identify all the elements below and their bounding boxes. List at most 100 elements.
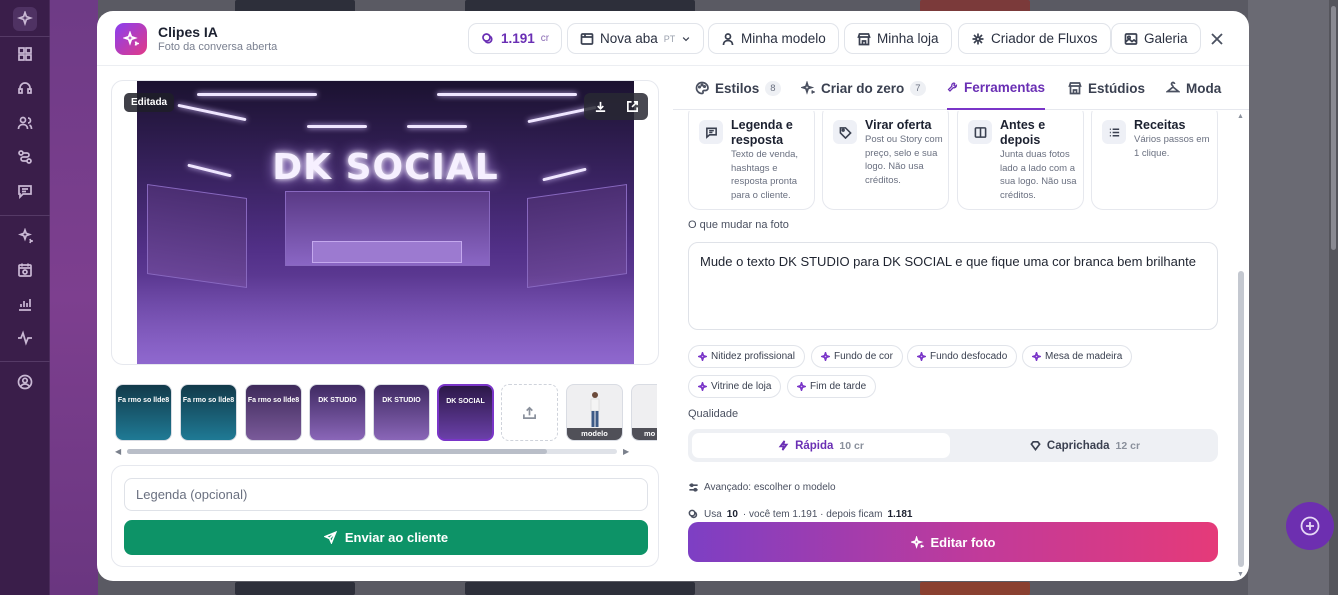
usage-cost: 10 bbox=[726, 509, 738, 520]
tab-styles[interactable]: Estilos 8 bbox=[695, 66, 781, 110]
model-thumbnail[interactable]: modelo bbox=[566, 384, 623, 441]
tab-fashion[interactable]: Moda bbox=[1166, 66, 1221, 110]
app-side-rail bbox=[0, 0, 50, 595]
thumbnail-scrollbar[interactable]: ◀ ▶ bbox=[115, 447, 657, 456]
flow-icon bbox=[972, 33, 984, 44]
sparkle-icon[interactable] bbox=[13, 7, 37, 31]
my-store-button[interactable]: Minha loja bbox=[844, 23, 952, 54]
message-icon bbox=[699, 120, 723, 144]
thumbnail-selected[interactable]: DK SOCIAL bbox=[437, 384, 494, 441]
tools-scroll-area: Legenda e resposta Texto de venda, hasht… bbox=[673, 111, 1249, 581]
thumbnail[interactable]: DK STUDIO bbox=[309, 384, 366, 441]
sparkle-icon bbox=[917, 352, 926, 361]
scroll-down-icon: ▼ bbox=[1237, 571, 1244, 578]
credits-value: 1.191 bbox=[501, 31, 535, 46]
tab-tools[interactable]: Ferramentas bbox=[947, 66, 1045, 110]
quality-fast-option[interactable]: Rápida 10 cr bbox=[692, 433, 950, 458]
quality-careful-option[interactable]: Caprichada 12 cr bbox=[956, 433, 1214, 458]
right-panel: Estilos 8 Criar do zero 7 Ferramentas Es… bbox=[673, 66, 1249, 581]
tool-card-caption-reply[interactable]: Legenda e resposta Texto de venda, hasht… bbox=[688, 111, 815, 210]
send-to-client-label: Enviar ao cliente bbox=[344, 530, 449, 545]
prompt-label: O que mudar na foto bbox=[688, 219, 789, 231]
tools-scrollbar[interactable]: ▲ ▼ bbox=[1236, 111, 1246, 581]
credits-button[interactable]: 1.191 cr bbox=[468, 23, 563, 54]
route-icon[interactable] bbox=[13, 145, 37, 169]
gallery-label: Galeria bbox=[1144, 31, 1188, 46]
tool-title: Receitas bbox=[1134, 118, 1186, 132]
suggestion-chip[interactable]: Vitrine de loja bbox=[688, 375, 782, 398]
flow-builder-button[interactable]: Criador de Fluxos bbox=[958, 23, 1111, 54]
send-to-client-button[interactable]: Enviar ao cliente bbox=[124, 520, 648, 555]
new-tab-button[interactable]: Nova aba PT bbox=[567, 23, 705, 54]
sparkle-icon bbox=[797, 382, 806, 391]
prompt-textarea[interactable]: Mude o texto DK STUDIO para DK SOCIAL e … bbox=[688, 242, 1218, 330]
model-thumbnail[interactable]: mo bbox=[631, 384, 657, 441]
send-icon bbox=[323, 531, 337, 544]
download-icon[interactable] bbox=[594, 100, 607, 113]
magic-icon[interactable] bbox=[13, 224, 37, 248]
thumbnail[interactable]: Fa rmo so llde8 bbox=[115, 384, 172, 441]
scroll-up-icon: ▲ bbox=[1237, 113, 1244, 120]
gallery-button[interactable]: Galeria bbox=[1111, 23, 1201, 54]
tab-styles-count: 8 bbox=[765, 80, 781, 96]
tab-create-label: Criar do zero bbox=[821, 80, 905, 96]
add-fab-button[interactable] bbox=[1286, 502, 1334, 550]
clipes-ia-modal: Clipes IA Foto da conversa aberta 1.191 … bbox=[97, 11, 1249, 581]
new-tab-label: Nova aba bbox=[600, 31, 658, 46]
open-external-icon[interactable] bbox=[626, 100, 639, 113]
tools-scroll-thumb[interactable] bbox=[1238, 271, 1244, 567]
advanced-model-label: Avançado: escolher o modelo bbox=[704, 482, 836, 493]
grid-icon[interactable] bbox=[13, 42, 37, 66]
edit-photo-label: Editar foto bbox=[930, 534, 996, 550]
calendar-clock-icon[interactable] bbox=[13, 258, 37, 282]
tab-studios[interactable]: Estúdios bbox=[1068, 66, 1145, 110]
upload-thumbnail-button[interactable] bbox=[501, 384, 558, 441]
tool-card-before-after[interactable]: Antes e depois Junta duas fotos lado a l… bbox=[957, 111, 1084, 210]
page-scrollbar-thumb[interactable] bbox=[1331, 6, 1336, 250]
background-band bbox=[50, 0, 98, 595]
suggestion-chip[interactable]: Fundo desfocado bbox=[907, 345, 1018, 368]
background-tile bbox=[235, 582, 355, 595]
scroll-left-icon: ◀ bbox=[115, 447, 122, 456]
account-icon[interactable] bbox=[13, 370, 37, 394]
quality-selector: Rápida 10 cr Caprichada 12 cr bbox=[688, 429, 1218, 462]
suggestion-chip[interactable]: Fim de tarde bbox=[787, 375, 877, 398]
tool-title: Antes e depois bbox=[1000, 118, 1046, 147]
users-icon[interactable] bbox=[13, 111, 37, 135]
edited-image: DK SOCIAL bbox=[137, 81, 634, 364]
tool-card-recipes[interactable]: Receitas Vários passos em 1 clique. bbox=[1091, 111, 1218, 210]
caption-input[interactable] bbox=[124, 478, 648, 511]
window-icon bbox=[580, 32, 594, 45]
suggestion-chip[interactable]: Nitidez profissional bbox=[688, 345, 805, 368]
quality-label: Qualidade bbox=[688, 408, 739, 420]
tab-studios-label: Estúdios bbox=[1088, 80, 1146, 96]
advanced-model-toggle[interactable]: Avançado: escolher o modelo bbox=[688, 482, 836, 493]
chart-icon[interactable] bbox=[13, 292, 37, 316]
activity-icon[interactable] bbox=[13, 326, 37, 350]
suggestion-chip[interactable]: Fundo de cor bbox=[811, 345, 903, 368]
edit-photo-button[interactable]: Editar foto bbox=[688, 522, 1218, 562]
tab-create-from-scratch[interactable]: Criar do zero 7 bbox=[801, 66, 926, 110]
background-tile bbox=[465, 582, 695, 595]
thumbnail[interactable]: DK STUDIO bbox=[373, 384, 430, 441]
tag-icon bbox=[833, 120, 857, 144]
my-store-label: Minha loja bbox=[877, 31, 939, 46]
chat-icon[interactable] bbox=[13, 179, 37, 203]
coins-icon bbox=[482, 32, 493, 43]
send-to-client-panel: Enviar ao cliente bbox=[111, 465, 659, 567]
tool-card-offer[interactable]: Virar oferta Post ou Story com preço, se… bbox=[822, 111, 949, 210]
tool-title: Virar oferta bbox=[865, 118, 932, 132]
tool-title: Legenda e resposta bbox=[731, 118, 793, 147]
thumbnail[interactable]: Fa rmo so llde8 bbox=[180, 384, 237, 441]
tool-description: Post ou Story com preço, selo e sua logo… bbox=[865, 134, 943, 186]
close-button[interactable] bbox=[1207, 29, 1227, 49]
tab-create-count: 7 bbox=[910, 80, 926, 96]
my-model-button[interactable]: Minha modelo bbox=[708, 23, 839, 54]
headset-icon[interactable] bbox=[13, 76, 37, 100]
thumbnail-scroll-thumb[interactable] bbox=[127, 449, 547, 454]
suggestion-chip[interactable]: Mesa de madeira bbox=[1022, 345, 1133, 368]
usage-after: 1.181 bbox=[887, 509, 913, 520]
tool-description: Junta duas fotos lado a lado com a sua l… bbox=[1000, 149, 1077, 201]
quality-careful-cost: 12 cr bbox=[1115, 439, 1141, 452]
thumbnail[interactable]: Fa rmo so llde8 bbox=[245, 384, 302, 441]
